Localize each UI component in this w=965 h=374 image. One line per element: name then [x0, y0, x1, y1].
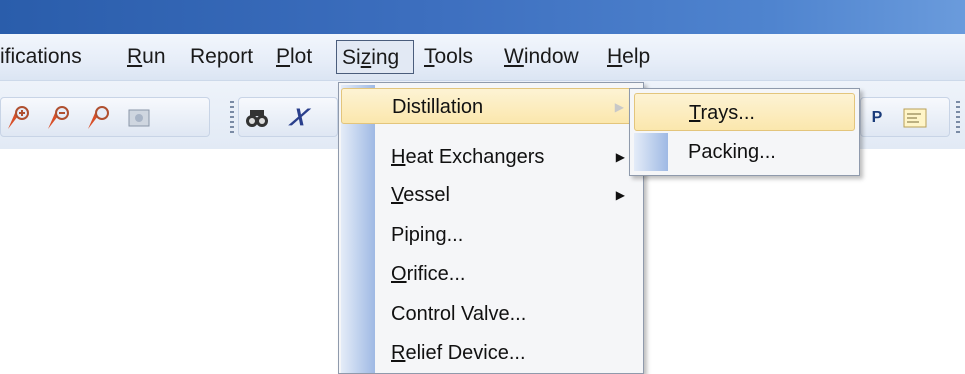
window-title-bar	[0, 0, 965, 34]
menu-report[interactable]: Report	[190, 40, 253, 74]
binoculars-icon[interactable]	[243, 104, 271, 132]
toolbar-grip-right[interactable]	[956, 101, 960, 133]
menu-specifications[interactable]: ifications	[0, 40, 82, 74]
screenshot-icon[interactable]	[125, 104, 153, 132]
zoom-in-icon[interactable]	[5, 104, 33, 132]
submenu-arrow-icon: ▶	[615, 188, 625, 202]
p-icon[interactable]: P	[863, 104, 891, 132]
zoom-out-icon[interactable]	[45, 104, 73, 132]
menu-run[interactable]: Run	[127, 40, 166, 74]
menu-tools[interactable]: Tools	[424, 40, 473, 74]
menu-window[interactable]: Window	[504, 40, 579, 74]
zoom-icon[interactable]	[85, 104, 113, 132]
menu-plot[interactable]: Plot	[276, 40, 312, 74]
variable-icon[interactable]: 𝑋	[283, 104, 311, 132]
menu-item-heat-exchangers[interactable]: Heat Exchangers ▶	[341, 139, 641, 175]
menu-item-piping[interactable]: Piping...	[341, 217, 641, 253]
toolbar-group-tools: 𝑋	[238, 97, 338, 137]
submenu-item-packing[interactable]: Packing...	[634, 133, 855, 171]
menu-bar: ifications Run Report Plot Sizing Tools …	[0, 34, 965, 81]
toolbar-grip[interactable]	[230, 101, 234, 133]
distillation-submenu: Trays... Packing...	[629, 88, 860, 176]
menu-item-control-valve[interactable]: Control Valve...	[341, 296, 641, 332]
menu-help[interactable]: Help	[607, 40, 650, 74]
notes-icon[interactable]	[901, 104, 929, 132]
menu-icon-strip	[634, 133, 668, 171]
menu-sizing[interactable]: Sizing	[336, 40, 414, 74]
toolbar-group-right: P	[860, 97, 950, 137]
menu-item-orifice[interactable]: Orifice...	[341, 256, 641, 292]
toolbar-group-zoom	[0, 97, 210, 137]
submenu-item-trays[interactable]: Trays...	[634, 93, 855, 131]
submenu-arrow-icon: ▶	[614, 100, 624, 114]
sizing-dropdown: Distillation ▶ Heat Exchangers ▶ Vessel …	[338, 82, 644, 374]
submenu-arrow-icon: ▶	[615, 150, 625, 164]
menu-item-distillation[interactable]: Distillation ▶	[341, 88, 641, 124]
menu-item-relief-device[interactable]: Relief Device...	[341, 335, 641, 371]
menu-item-vessel[interactable]: Vessel ▶	[341, 177, 641, 213]
